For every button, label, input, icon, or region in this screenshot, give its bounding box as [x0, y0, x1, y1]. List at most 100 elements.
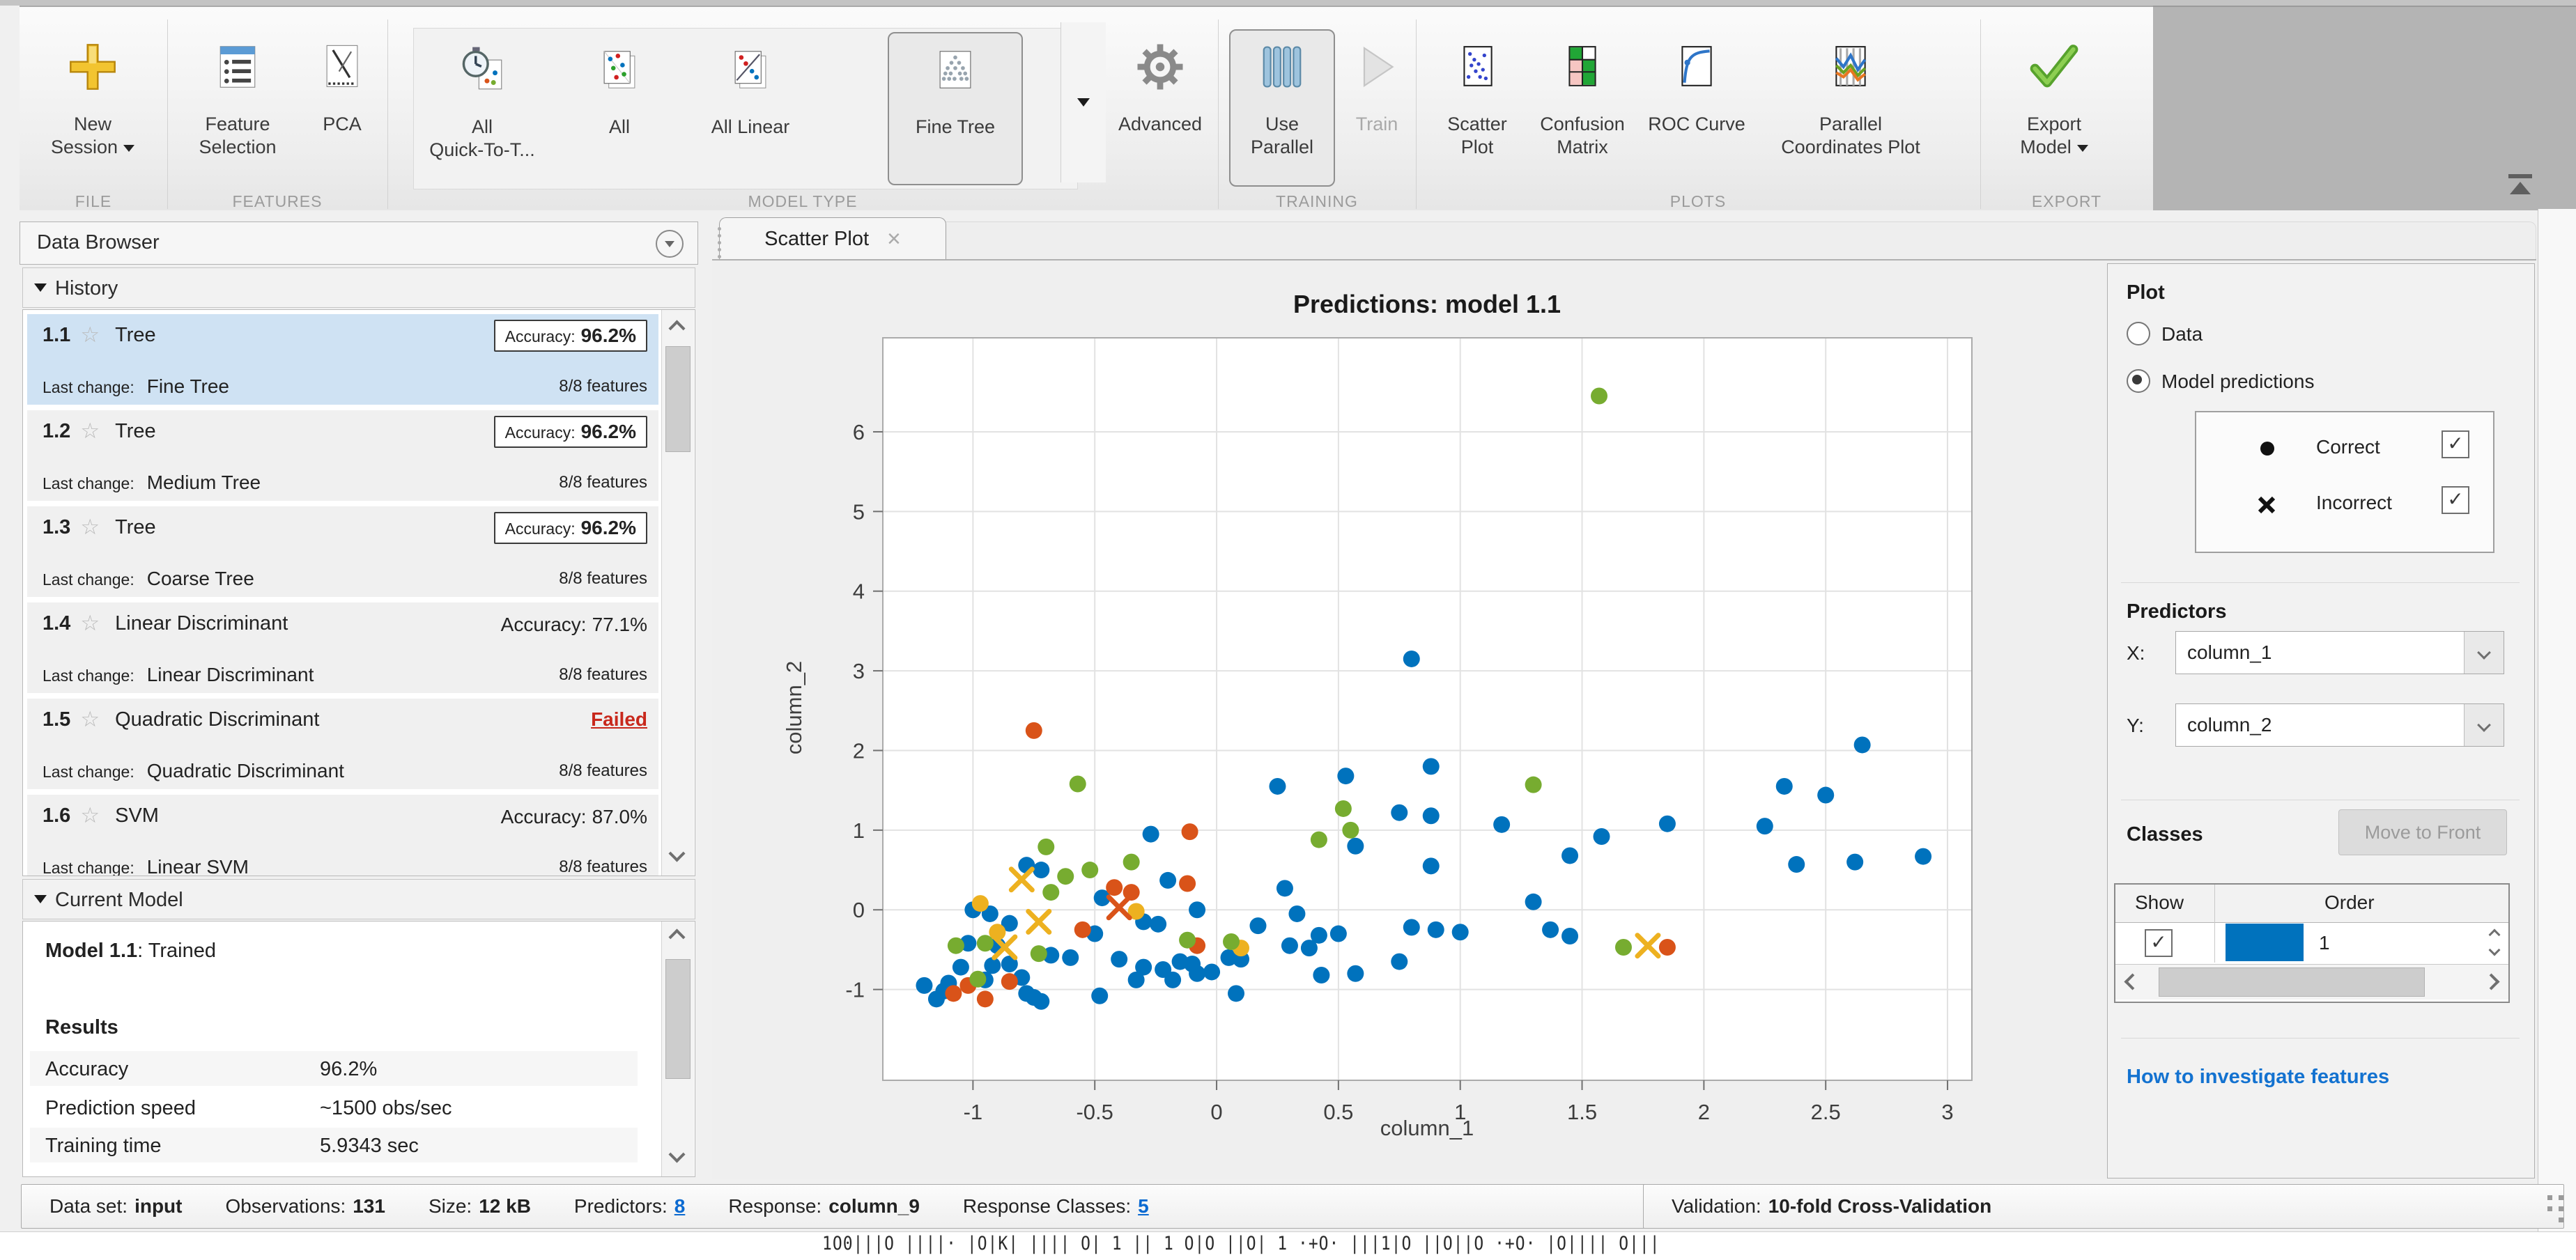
dropdown-button[interactable] [2464, 704, 2504, 746]
x-predictor-dropdown[interactable]: column_1 [2175, 631, 2504, 674]
drag-handle[interactable] [718, 227, 721, 231]
features-count: 8/8 features [559, 569, 647, 589]
current-model-section-header[interactable]: Current Model [22, 879, 695, 919]
history-item-1-3[interactable]: 1.3☆Tree Accuracy:96.2% Last change:Coar… [27, 506, 658, 597]
tab-label: Scatter Plot [764, 228, 869, 251]
tab-close-icon[interactable]: × [887, 226, 901, 253]
results-heading: Results [45, 1016, 118, 1039]
new-session-button[interactable]: New Session [40, 31, 145, 185]
radio-model-predictions-label[interactable]: Model predictions [2161, 371, 2314, 393]
history-item-1-6[interactable]: 1.6☆SVM Accuracy:87.0% Last change:Linea… [27, 795, 658, 876]
status-response-classes: Response Classes:5 [963, 1195, 1149, 1218]
model-name: Tree [115, 516, 156, 539]
scatter-plot-button[interactable]: ScatterPlot [1428, 31, 1526, 185]
fine-tree-icon [931, 33, 980, 106]
favorite-star-icon[interactable]: ☆ [80, 707, 100, 732]
radio-data-label[interactable]: Data [2161, 323, 2203, 345]
drag-handle[interactable] [718, 234, 721, 238]
section-label-model-type: MODEL TYPE [387, 191, 1218, 212]
gallery-item-all-linear[interactable]: All Linear [677, 33, 824, 182]
use-parallel-button[interactable]: UseParallel [1229, 29, 1335, 187]
use-parallel-icon [1258, 31, 1306, 103]
dropdown-button[interactable] [2464, 632, 2504, 674]
current-model-scrollbar-thumb[interactable] [665, 959, 691, 1079]
parallel-coordinates-plot-button[interactable]: ParallelCoordinates Plot [1760, 31, 1941, 185]
accuracy-badge: Accuracy:96.2% [494, 512, 647, 544]
response-classes-count-link[interactable]: 5 [1138, 1195, 1149, 1217]
window-resize-grip[interactable] [2559, 1195, 2563, 1200]
failed-status-link[interactable]: Failed [591, 708, 647, 731]
export-model-button[interactable]: Export Model [1998, 31, 2110, 185]
gallery-expand-button[interactable] [1061, 22, 1106, 182]
collapse-triangle-icon [34, 283, 47, 292]
window-resize-grip[interactable] [2559, 1218, 2563, 1222]
feature-selection-button[interactable]: FeatureSelection [178, 31, 297, 185]
favorite-star-icon[interactable]: ☆ [80, 419, 100, 444]
svg-text:4: 4 [853, 580, 865, 604]
panel-options-button[interactable] [656, 230, 684, 258]
drag-handle[interactable] [718, 248, 721, 251]
result-row-value: 96.2% [320, 1058, 377, 1081]
history-item-1-1[interactable]: 1.1☆Tree Accuracy:96.2% Last change:Fine… [27, 314, 658, 405]
feature-selection-icon [213, 31, 263, 103]
correct-marker-icon [2260, 442, 2274, 456]
all-models-icon [595, 33, 644, 106]
roc-curve-icon [1674, 31, 1720, 103]
scatter-plot-canvas[interactable]: -1-0.500.511.522.53-10123456 [883, 338, 1972, 1080]
scroll-left-arrow-icon[interactable] [2124, 973, 2141, 990]
advanced-button[interactable]: Advanced [1104, 31, 1216, 185]
y-predictor-label: Y: [2127, 715, 2144, 737]
hscrollbar-thumb[interactable] [2159, 967, 2425, 997]
model-id: 1.1 [43, 324, 70, 347]
svg-text:3: 3 [853, 659, 865, 683]
favorite-star-icon[interactable]: ☆ [80, 803, 100, 828]
model-name: Linear Discriminant [115, 612, 288, 635]
spinner-down-icon[interactable] [2489, 944, 2501, 956]
parallel-coordinates-icon [1828, 31, 1874, 103]
tab-scatter-plot[interactable]: Scatter Plot × [719, 217, 946, 260]
gallery-item-fine-tree[interactable]: Fine Tree [888, 32, 1023, 185]
section-label-export: EXPORT [1980, 191, 2153, 212]
drag-handle[interactable] [718, 255, 721, 258]
history-item-1-5[interactable]: 1.5☆Quadratic Discriminant Failed Last c… [27, 699, 658, 789]
classes-hscrollbar[interactable] [2115, 964, 2508, 1000]
svg-text:0: 0 [1210, 1100, 1222, 1124]
favorite-star-icon[interactable]: ☆ [80, 611, 100, 636]
train-button[interactable]: Train [1338, 31, 1416, 185]
radio-model-predictions[interactable] [2127, 369, 2150, 393]
svg-text:0: 0 [853, 898, 865, 922]
roc-curve-button[interactable]: ROC Curve [1639, 31, 1754, 185]
gallery-item-all[interactable]: All [567, 33, 672, 182]
svg-text:6: 6 [853, 420, 865, 444]
favorite-star-icon[interactable]: ☆ [80, 322, 100, 348]
drag-handle[interactable] [718, 241, 721, 244]
pca-button[interactable]: PCA [304, 31, 380, 185]
status-response: Response:column_9 [728, 1195, 920, 1218]
svg-text:1.5: 1.5 [1567, 1100, 1597, 1124]
x-predictor-label: X: [2127, 642, 2145, 664]
collapse-ribbon-icon [2508, 174, 2532, 178]
collapse-ribbon-button[interactable] [2504, 174, 2536, 203]
confusion-matrix-button[interactable]: ConfusionMatrix [1530, 31, 1635, 185]
correct-checkbox[interactable]: ✓ [2442, 430, 2469, 458]
accuracy-text: Accuracy:77.1% [495, 614, 647, 636]
history-scrollbar-thumb[interactable] [665, 346, 691, 452]
class-show-checkbox[interactable]: ✓ [2145, 929, 2173, 957]
spinner-up-icon[interactable] [2489, 929, 2501, 941]
predictors-count-link[interactable]: 8 [674, 1195, 686, 1217]
scroll-right-arrow-icon[interactable] [2483, 973, 2499, 990]
history-section-header[interactable]: History [22, 267, 695, 308]
window-resize-grip[interactable] [2547, 1195, 2552, 1200]
y-predictor-dropdown[interactable]: column_2 [2175, 703, 2504, 747]
window-resize-grip[interactable] [2559, 1206, 2563, 1211]
move-to-front-button[interactable]: Move to Front [2338, 809, 2507, 855]
incorrect-checkbox[interactable]: ✓ [2442, 486, 2469, 514]
how-to-investigate-features-link[interactable]: How to investigate features [2127, 1066, 2389, 1089]
radio-data[interactable] [2127, 322, 2150, 345]
history-item-1-2[interactable]: 1.2☆Tree Accuracy:96.2% Last change:Medi… [27, 410, 658, 501]
favorite-star-icon[interactable]: ☆ [80, 515, 100, 540]
gallery-item-all-quick-to-train[interactable]: AllQuick-To-T... [406, 33, 559, 182]
history-item-1-4[interactable]: 1.4☆Linear Discriminant Accuracy:77.1% L… [27, 602, 658, 693]
window-resize-grip[interactable] [2547, 1206, 2552, 1211]
features-count: 8/8 features [559, 761, 647, 781]
